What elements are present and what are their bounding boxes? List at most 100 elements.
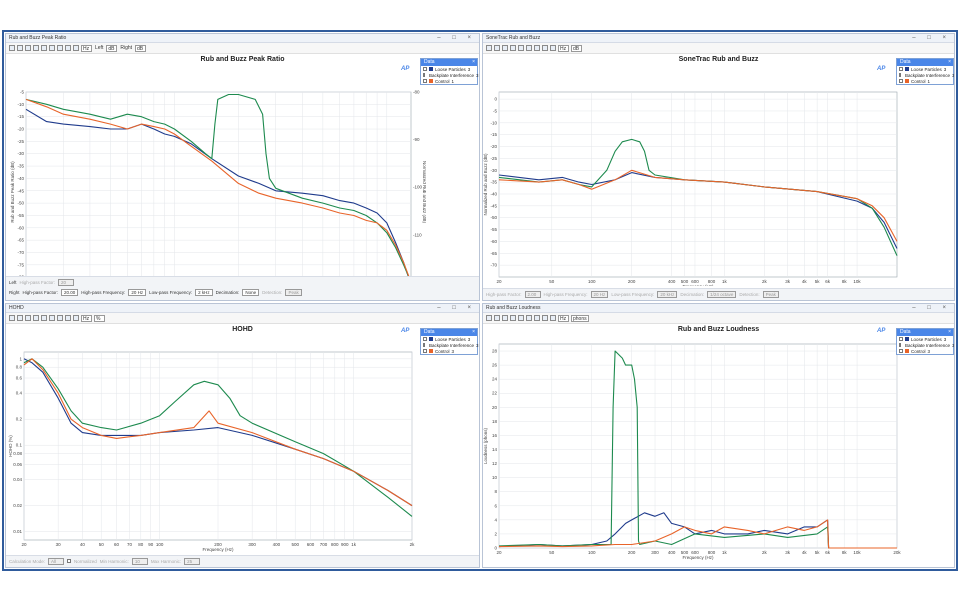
legend-item[interactable]: Control 1 [897, 78, 953, 84]
legend-close-icon[interactable]: × [948, 329, 951, 336]
plot-area [498, 91, 898, 278]
zoom-icon[interactable] [510, 45, 516, 51]
legend-icon[interactable] [65, 315, 71, 321]
copy-icon[interactable] [25, 45, 31, 51]
detection-select[interactable]: Peak [285, 288, 302, 296]
legend-item[interactable]: Backplate Interference 3 [897, 72, 954, 78]
export-icon[interactable] [550, 45, 556, 51]
y-unit-select[interactable]: % [94, 314, 105, 322]
legend-suffix: 3 [467, 336, 471, 342]
save-icon[interactable] [494, 45, 500, 51]
checkbox[interactable] [423, 79, 427, 83]
x-tick-label: 5k [815, 550, 821, 555]
legend-item[interactable]: Backplate Interference 3 [421, 72, 479, 78]
legend-close-icon[interactable]: × [948, 59, 951, 66]
decimation-select[interactable]: None [242, 288, 260, 296]
cursor-icon[interactable] [526, 315, 532, 321]
export-icon[interactable] [73, 315, 79, 321]
right-unit-select[interactable]: dB [135, 44, 147, 52]
cursor-icon[interactable] [49, 45, 55, 51]
window-controls[interactable]: – □ × [437, 304, 476, 313]
hpf-input-left[interactable]: 20 [58, 278, 75, 286]
checkbox[interactable] [899, 73, 901, 77]
pan-icon[interactable] [518, 315, 524, 321]
max-harmonic-input[interactable]: 25 [184, 557, 201, 565]
save-icon[interactable] [17, 45, 23, 51]
checkbox[interactable] [899, 67, 903, 71]
window-controls[interactable]: – □ × [912, 304, 951, 313]
legend: Data × Loose Particles 3 Backplate Interfe… [896, 58, 954, 85]
window-sonetrac: SoneTrac Rub and Buzz – □ × Hz dB SoneTr… [482, 33, 955, 301]
pan-icon[interactable] [41, 315, 47, 321]
legend-item[interactable]: Control 3 [421, 348, 477, 354]
pan-icon[interactable] [41, 45, 47, 51]
legend-icon[interactable] [65, 45, 71, 51]
legend-close-icon[interactable]: × [472, 59, 475, 66]
legend-item[interactable]: Backplate Interference 3 [421, 342, 479, 348]
x-unit-select[interactable]: Hz [558, 44, 569, 52]
hpf-input[interactable]: 20.00 [61, 288, 79, 296]
menu-icon[interactable] [486, 45, 492, 51]
window-controls[interactable]: – □ × [437, 34, 476, 43]
cursor-icon[interactable] [49, 315, 55, 321]
grid-icon[interactable] [534, 315, 540, 321]
grid-icon[interactable] [534, 45, 540, 51]
y-tick-label: 0.2 [16, 417, 23, 422]
checkbox[interactable] [423, 349, 427, 353]
pan-icon[interactable] [518, 45, 524, 51]
min-harmonic-input[interactable]: 10 [131, 557, 148, 565]
checkbox[interactable] [423, 73, 425, 77]
legend-close-icon[interactable]: × [472, 329, 475, 336]
copy-icon[interactable] [25, 315, 31, 321]
normalized-checkbox[interactable] [67, 559, 72, 563]
lpfreq-input[interactable]: 2 kHz [195, 288, 213, 296]
legend-item[interactable]: Control 3 [897, 348, 953, 354]
zoom-icon[interactable] [510, 315, 516, 321]
save-icon[interactable] [494, 315, 500, 321]
menu-icon[interactable] [9, 45, 15, 51]
menu-icon[interactable] [486, 315, 492, 321]
save-icon[interactable] [17, 315, 23, 321]
decimation-select[interactable]: 1/24 octave [707, 290, 737, 298]
legend-header: Data × [421, 59, 477, 66]
zoom-icon[interactable] [33, 45, 39, 51]
hpf-input[interactable]: 2.00 [524, 290, 541, 298]
legend-label: Backplate Interference [429, 342, 475, 348]
detection-select[interactable]: Peak [762, 290, 779, 298]
x-unit-select[interactable]: Hz [81, 44, 92, 52]
checkbox[interactable] [899, 337, 903, 341]
copy-icon[interactable] [502, 315, 508, 321]
grid-icon[interactable] [57, 315, 63, 321]
window-controls[interactable]: – □ × [912, 34, 951, 43]
checkbox[interactable] [899, 343, 901, 347]
legend-icon[interactable] [542, 45, 548, 51]
legend-item[interactable]: Backplate Interference 3 [897, 342, 954, 348]
legend-item[interactable]: Control 1 [421, 78, 477, 84]
export-icon[interactable] [73, 45, 79, 51]
menu-icon[interactable] [9, 315, 15, 321]
grid-icon[interactable] [57, 45, 63, 51]
left-unit-select[interactable]: dB [106, 44, 118, 52]
hpfreq-input[interactable]: 20 Hz [128, 288, 147, 296]
hpfreq-input[interactable]: 20 Hz [590, 290, 609, 298]
checkbox[interactable] [423, 343, 425, 347]
legend-icon[interactable] [542, 315, 548, 321]
x-tick-label: 20 [496, 279, 502, 284]
x-unit-select[interactable]: Hz [558, 314, 569, 322]
toolbar: Hz Left dB Right dB [6, 43, 479, 54]
x-unit-select[interactable]: Hz [81, 314, 92, 322]
lpfreq-input[interactable]: 20 kHz [657, 290, 678, 298]
y-unit-select[interactable]: dB [571, 44, 582, 52]
max-harmonic-label: Max Harmonic: [150, 558, 182, 564]
calc-mode-select[interactable]: All [48, 557, 65, 565]
copy-icon[interactable] [502, 45, 508, 51]
y-tick-label: -15 [490, 132, 497, 137]
checkbox[interactable] [423, 337, 427, 341]
cursor-icon[interactable] [526, 45, 532, 51]
checkbox[interactable] [423, 67, 427, 71]
y-unit-select[interactable]: phons [571, 314, 589, 322]
checkbox[interactable] [899, 349, 903, 353]
zoom-icon[interactable] [33, 315, 39, 321]
checkbox[interactable] [899, 79, 903, 83]
export-icon[interactable] [550, 315, 556, 321]
